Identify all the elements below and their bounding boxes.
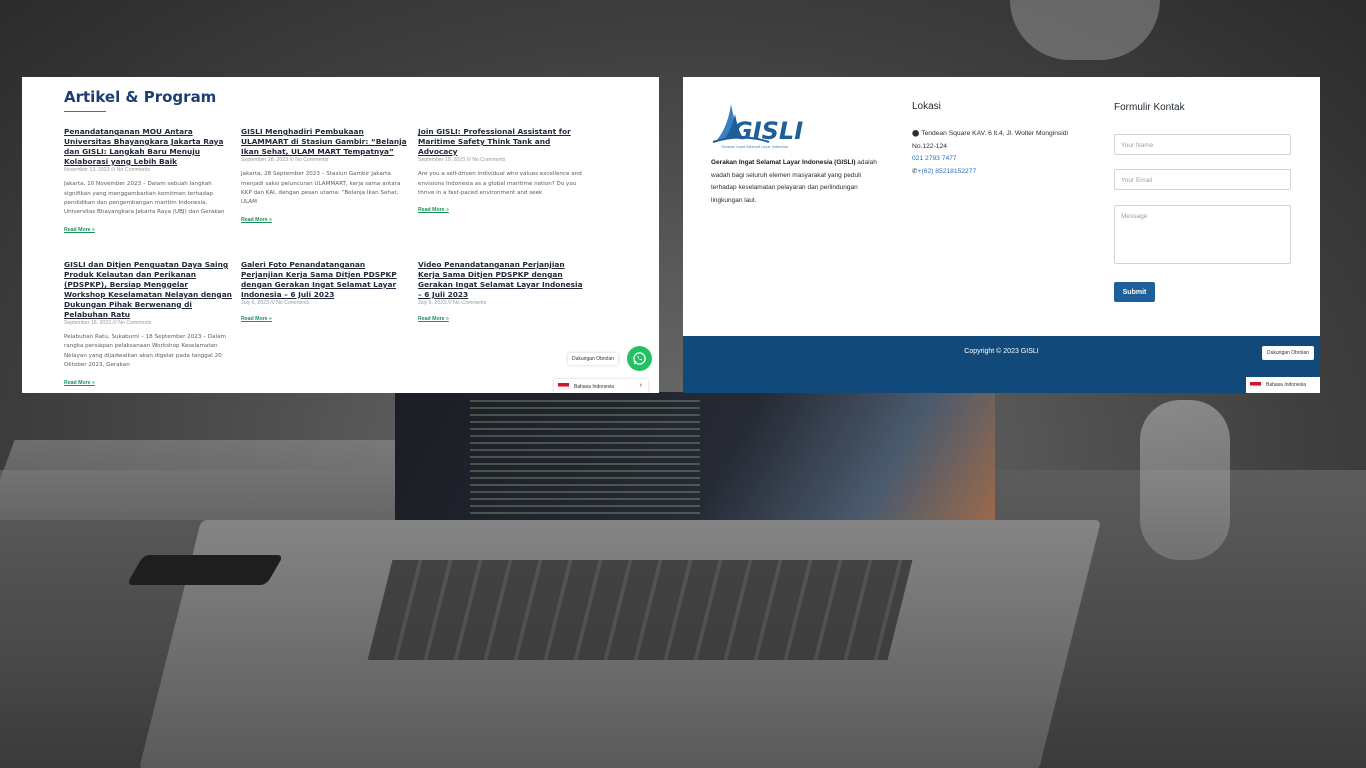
whatsapp-number-link[interactable]: +(62) 85218152277: [918, 168, 977, 175]
background-code-lines: [470, 400, 700, 515]
article-title-link[interactable]: Join GISLI: Professional Assistant for M…: [418, 127, 586, 157]
copyright-text: Copyright © 2023 GISLI: [964, 348, 1039, 355]
read-more-link[interactable]: Read More »: [241, 217, 272, 223]
language-selector[interactable]: Bahasa Indonesia: [1246, 377, 1320, 393]
map-pin-icon: ⬤: [912, 130, 920, 137]
message-field[interactable]: Message: [1114, 205, 1291, 264]
articles-panel: Artikel & Program Penandatanganan MOU An…: [22, 77, 659, 393]
footer-panel: GISLI Gerakan Ingat Selamat Layar Indone…: [683, 77, 1320, 393]
email-field[interactable]: Your Email: [1114, 169, 1291, 190]
name-field[interactable]: Your Name: [1114, 134, 1291, 155]
article-title-link[interactable]: Penandatanganan MOU Antara Universitas B…: [64, 127, 232, 167]
whatsapp-icon: [633, 352, 646, 365]
read-more-link[interactable]: Read More »: [64, 380, 95, 386]
background-lamp: [1010, 0, 1160, 60]
about-org-name: Gerakan Ingat Selamat Layar Indonesia (G…: [711, 159, 856, 166]
language-selector[interactable]: Bahasa Indonesia ›: [554, 379, 648, 393]
svg-text:GISLI: GISLI: [733, 117, 803, 145]
read-more-link[interactable]: Read More »: [418, 316, 449, 322]
article-meta: September 19, 2023 /// No Comments: [418, 157, 506, 164]
address-text: Tendean Square KAV. 6 lt.4, Jl. Wolter M…: [912, 130, 1068, 150]
gisli-logo[interactable]: GISLI Gerakan Ingat Selamat Layar Indone…: [711, 100, 811, 150]
article-excerpt: Jakarta, 10 November 2023 – Dalam sebuah…: [64, 181, 225, 216]
background-phone: [126, 555, 284, 585]
article-excerpt: Are you a self-driven individual who val…: [418, 171, 582, 197]
indonesia-flag-icon: [1250, 381, 1261, 389]
address-line: ⬤ Tendean Square KAV. 6 lt.4, Jl. Wolter…: [912, 128, 1092, 153]
articles-heading: Artikel & Program: [64, 88, 217, 106]
contact-form-heading: Formulir Kontak: [1114, 102, 1185, 113]
read-more-link[interactable]: Read More »: [241, 316, 272, 322]
article-card: Join GISLI: Professional Assistant for M…: [418, 127, 586, 216]
chat-support-label[interactable]: Dukungan Obrolan: [1262, 346, 1314, 360]
article-card: Video Penandatanganan Perjanjian Kerja S…: [418, 260, 586, 325]
background-speaker: [1140, 400, 1230, 560]
svg-text:Gerakan Ingat Selamat Layar In: Gerakan Ingat Selamat Layar Indonesia: [721, 145, 788, 149]
submit-button[interactable]: Submit: [1114, 282, 1155, 302]
article-meta: September 18, 2023 /// No Comments: [64, 319, 152, 326]
article-meta: July 6, 2023 /// No Comments: [241, 300, 310, 307]
heading-underline: [64, 111, 106, 112]
location-heading: Lokasi: [912, 101, 941, 112]
read-more-link[interactable]: Read More »: [64, 227, 95, 233]
about-text: Gerakan Ingat Selamat Layar Indonesia (G…: [711, 157, 883, 207]
whatsapp-line: ✆+(62) 85218152277: [912, 166, 1092, 179]
background-laptop-keyboard: [367, 560, 913, 660]
article-meta: September 28, 2023 /// No Comments: [241, 157, 329, 164]
chat-support-label[interactable]: Dukungan Obrolan: [568, 353, 618, 365]
article-title-link[interactable]: Video Penandatanganan Perjanjian Kerja S…: [418, 260, 586, 300]
article-card: GISLI dan Ditjen Penguatan Daya Saing Pr…: [64, 260, 232, 389]
footer-bar: Copyright © 2023 GISLI Dukungan Obrolan …: [683, 336, 1320, 393]
article-card: Penandatanganan MOU Antara Universitas B…: [64, 127, 232, 236]
article-meta: November 13, 2023 /// No Comments: [64, 167, 150, 174]
language-label: Bahasa Indonesia: [574, 383, 615, 390]
article-meta: July 6, 2023 /// No Comments: [418, 300, 487, 307]
article-excerpt: Jakarta, 28 September 2023 – Stasiun Gam…: [241, 171, 401, 206]
article-title-link[interactable]: Galeri Foto Penandatanganan Perjanjian K…: [241, 260, 409, 300]
whatsapp-chat-button[interactable]: [627, 346, 652, 371]
language-label: Bahasa Indonesia: [1266, 382, 1307, 388]
article-excerpt: Pelabuhan Ratu, Sukabumi – 18 September …: [64, 333, 226, 369]
read-more-link[interactable]: Read More »: [418, 207, 449, 213]
article-title-link[interactable]: GISLI Menghadiri Pembukaan ULAMMART di S…: [241, 127, 409, 157]
article-title-link[interactable]: GISLI dan Ditjen Penguatan Daya Saing Pr…: [64, 260, 232, 319]
article-card: GISLI Menghadiri Pembukaan ULAMMART di S…: [241, 127, 409, 226]
background-keyboard: [0, 440, 435, 520]
indonesia-flag-icon: [558, 383, 569, 390]
chevron-right-icon: ›: [639, 382, 642, 389]
phone-link[interactable]: 021 2793 7477: [912, 153, 1092, 166]
article-card: Galeri Foto Penandatanganan Perjanjian K…: [241, 260, 409, 325]
location-details: ⬤ Tendean Square KAV. 6 lt.4, Jl. Wolter…: [912, 128, 1092, 178]
